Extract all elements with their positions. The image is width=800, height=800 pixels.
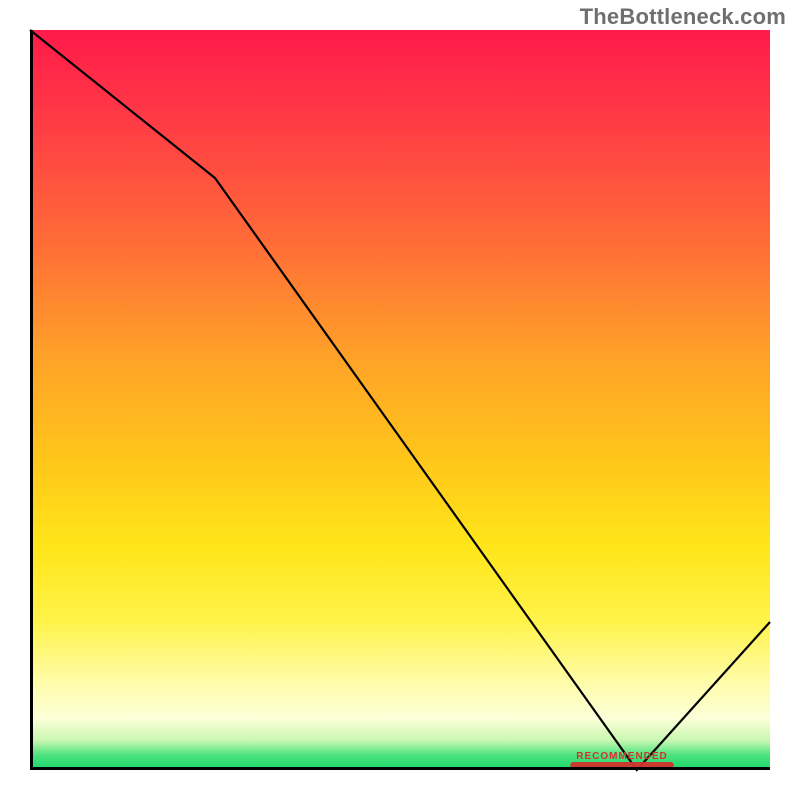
chart-container: TheBottleneck.com RECOMMENDED [0,0,800,800]
bottleneck-curve [30,30,770,770]
line-plot-svg [30,30,770,770]
plot-area: RECOMMENDED [30,30,770,770]
recommended-band [570,762,674,768]
recommended-label: RECOMMENDED [576,751,668,762]
watermark-text: TheBottleneck.com [580,4,786,30]
